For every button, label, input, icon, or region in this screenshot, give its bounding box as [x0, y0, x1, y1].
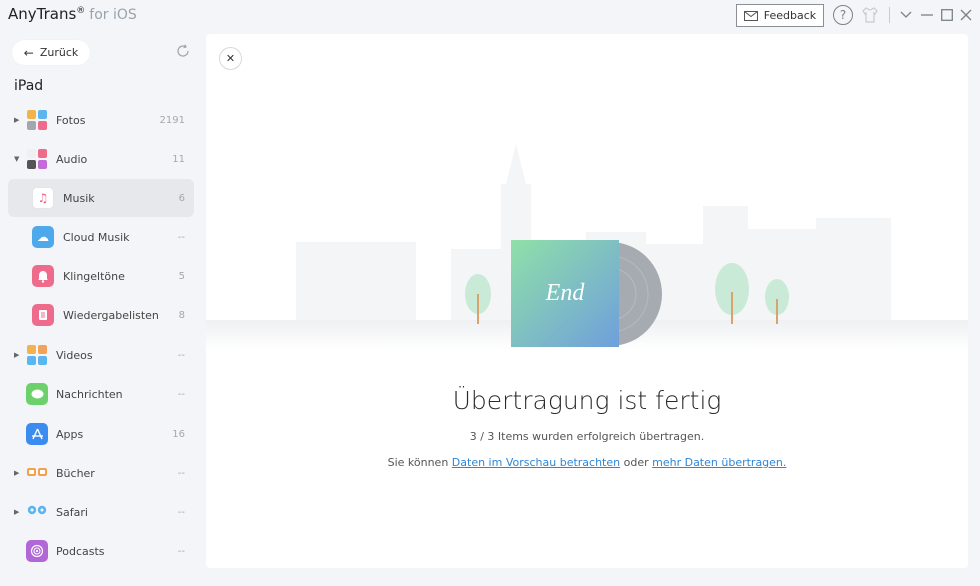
app-name: AnyTrans	[8, 5, 77, 23]
skin-icon[interactable]	[860, 5, 880, 25]
close-button[interactable]: ✕	[219, 47, 242, 70]
sidebar-item-count: --	[177, 388, 185, 400]
maximize-icon[interactable]	[939, 5, 955, 25]
sidebar-item-label: Audio	[56, 152, 88, 166]
sidebar-item-count: 8	[178, 309, 185, 321]
sidebar: ← Zurück iPad ▶ Fotos 2191 ▼ Audio 11 ♫ …	[0, 32, 200, 586]
sidebar-item-musik[interactable]: ♫ Musik 6	[8, 179, 194, 217]
ringtone-icon	[32, 265, 54, 287]
sidebar-item-label: Fotos	[56, 113, 86, 127]
expand-arrow-icon[interactable]: ▶	[14, 116, 19, 124]
sidebar-item-count: 11	[172, 153, 185, 165]
podcasts-icon	[26, 540, 48, 562]
sidebar-item-label: Musik	[63, 191, 95, 205]
expand-arrow-icon[interactable]: ▶	[14, 508, 19, 516]
playlist-icon	[32, 304, 54, 326]
sidebar-item-fotos[interactable]: ▶ Fotos 2191	[8, 101, 194, 139]
safari-icon	[26, 501, 48, 523]
apps-icon	[26, 423, 48, 445]
device-name: iPad	[14, 78, 44, 94]
sidebar-item-wiedergabelisten[interactable]: Wiedergabelisten 8	[8, 296, 194, 334]
books-icon	[26, 462, 48, 484]
transfer-more-link[interactable]: mehr Daten übertragen.	[652, 456, 786, 469]
sidebar-item-klingeltoene[interactable]: Klingeltöne 5	[8, 257, 194, 295]
audio-icon	[26, 148, 48, 170]
close-icon: ✕	[225, 52, 236, 65]
sidebar-item-count: 6	[178, 192, 185, 204]
refresh-icon[interactable]	[176, 44, 190, 62]
main-panel: ✕ End Übertragung ist fertig 3 / 3 Items…	[206, 34, 968, 568]
sidebar-item-label: Safari	[56, 505, 88, 519]
expand-arrow-icon[interactable]: ▶	[14, 351, 19, 359]
sidebar-item-count: --	[177, 231, 185, 243]
back-label: Zurück	[39, 46, 79, 59]
app-reg: ®	[76, 6, 86, 16]
transfer-summary: 3 / 3 Items wurden erfolgreich übertrage…	[469, 430, 705, 443]
sidebar-item-label: Bücher	[56, 466, 95, 480]
back-button[interactable]: ← Zurück	[12, 40, 90, 65]
mail-icon	[743, 10, 758, 21]
sidebar-item-cloud-musik[interactable]: ☁ Cloud Musik --	[8, 218, 194, 256]
sidebar-item-count: --	[177, 545, 185, 557]
photos-icon	[26, 109, 48, 131]
sidebar-item-videos[interactable]: ▶ Videos --	[8, 336, 194, 374]
sidebar-item-count: --	[177, 349, 185, 361]
sidebar-item-safari[interactable]: ▶ Safari --	[8, 493, 194, 531]
menu-chevron-icon[interactable]	[898, 5, 914, 25]
next-actions: Sie können Daten im Vorschau betrachten …	[206, 456, 968, 469]
videos-icon	[26, 344, 48, 366]
sidebar-item-podcasts[interactable]: Podcasts --	[8, 532, 194, 570]
app-title: AnyTrans® for iOS	[8, 5, 137, 23]
sidebar-item-label: Videos	[56, 348, 93, 362]
sidebar-item-audio[interactable]: ▼ Audio 11	[8, 140, 194, 178]
sidebar-item-nachrichten[interactable]: Nachrichten --	[8, 375, 194, 413]
minimize-icon[interactable]	[919, 5, 935, 25]
sidebar-item-label: Cloud Musik	[63, 230, 130, 244]
title-separator	[889, 7, 890, 23]
sidebar-item-label: Apps	[56, 427, 84, 441]
help-icon[interactable]: ?	[833, 5, 853, 25]
feedback-label: Feedback	[763, 9, 817, 22]
sidebar-item-count: 2191	[159, 114, 185, 126]
expand-arrow-icon[interactable]: ▶	[14, 469, 19, 477]
sidebar-item-count: --	[177, 506, 185, 518]
sidebar-item-count: 5	[178, 270, 185, 282]
feedback-button[interactable]: Feedback	[736, 4, 824, 27]
title-bar: AnyTrans® for iOS Feedback ?	[0, 0, 980, 32]
music-icon: ♫	[32, 187, 54, 209]
app-subtitle: for iOS	[89, 7, 137, 23]
view-preview-link[interactable]: Daten im Vorschau betrachten	[452, 456, 620, 469]
sidebar-item-label: Nachrichten	[56, 387, 123, 401]
links-prefix: Sie können	[387, 456, 449, 469]
sidebar-item-label: Wiedergabelisten	[63, 308, 159, 322]
sidebar-item-buecher[interactable]: ▶ Bücher --	[8, 454, 194, 492]
collapse-arrow-icon[interactable]: ▼	[14, 155, 19, 163]
sidebar-item-label: Podcasts	[56, 544, 105, 558]
completion-illustration: End	[206, 144, 968, 350]
sidebar-item-count: --	[177, 467, 185, 479]
cloud-music-icon: ☁	[32, 226, 54, 248]
close-window-icon[interactable]	[958, 5, 974, 25]
page-title: Übertragung ist fertig	[452, 386, 722, 415]
arrow-left-icon: ←	[23, 45, 34, 60]
links-middle: oder	[623, 456, 649, 469]
sidebar-item-apps[interactable]: Apps 16	[8, 415, 194, 453]
album-text: End	[545, 280, 586, 306]
messages-icon	[26, 383, 48, 405]
sidebar-item-count: 16	[172, 428, 185, 440]
sidebar-item-label: Klingeltöne	[63, 269, 125, 283]
